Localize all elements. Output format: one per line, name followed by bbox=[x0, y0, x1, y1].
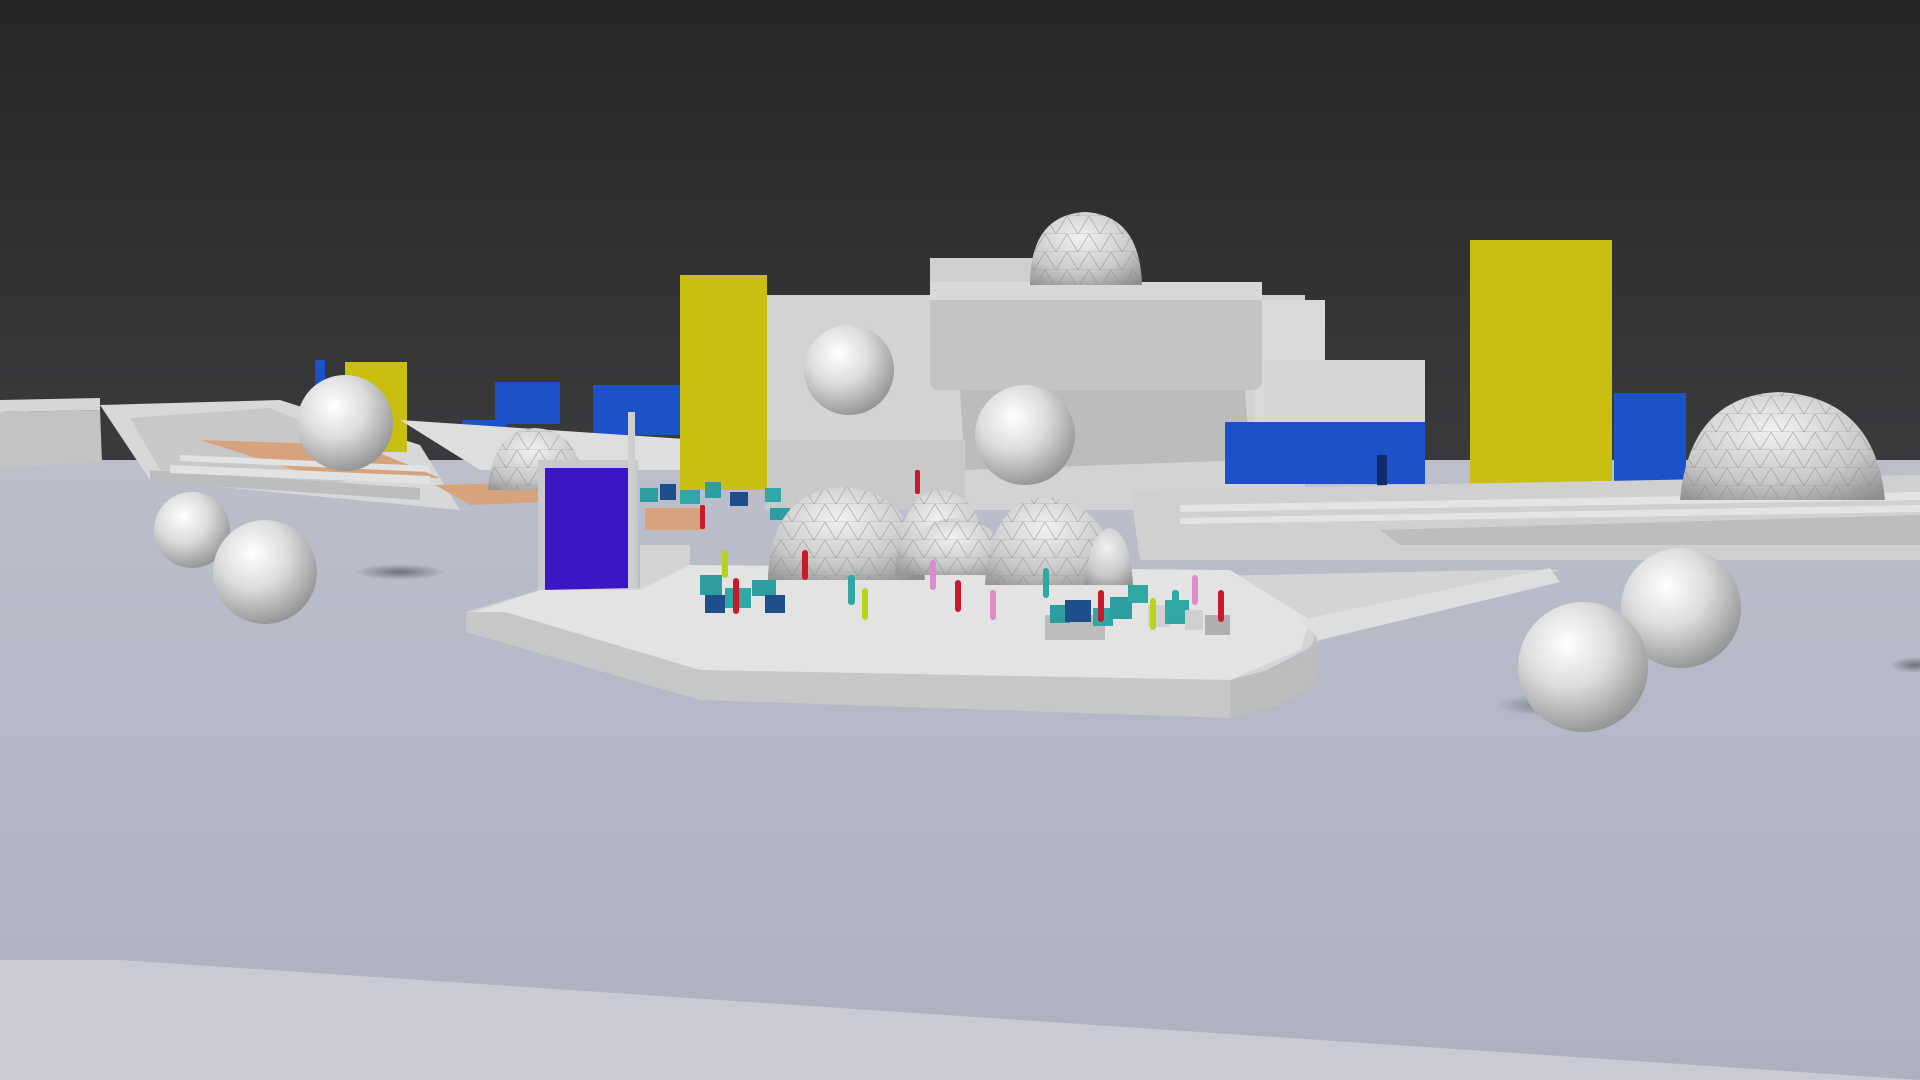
3d-model-viewport[interactable] bbox=[0, 0, 1920, 1080]
sphere bbox=[297, 375, 393, 471]
blue-panel bbox=[593, 385, 683, 435]
sphere bbox=[213, 520, 317, 624]
blue-panel bbox=[495, 382, 560, 424]
blue-panel bbox=[1614, 393, 1686, 488]
sphere bbox=[975, 385, 1075, 485]
left-bridge bbox=[0, 398, 102, 468]
sphere bbox=[804, 325, 894, 415]
scene-render[interactable] bbox=[0, 0, 1920, 1080]
yellow-panel bbox=[1470, 240, 1612, 495]
sphere bbox=[1518, 602, 1648, 732]
blue-door bbox=[1377, 455, 1387, 488]
blue-panel bbox=[1225, 422, 1425, 484]
yellow-panel bbox=[680, 275, 767, 490]
sphere-shadow bbox=[355, 564, 445, 580]
